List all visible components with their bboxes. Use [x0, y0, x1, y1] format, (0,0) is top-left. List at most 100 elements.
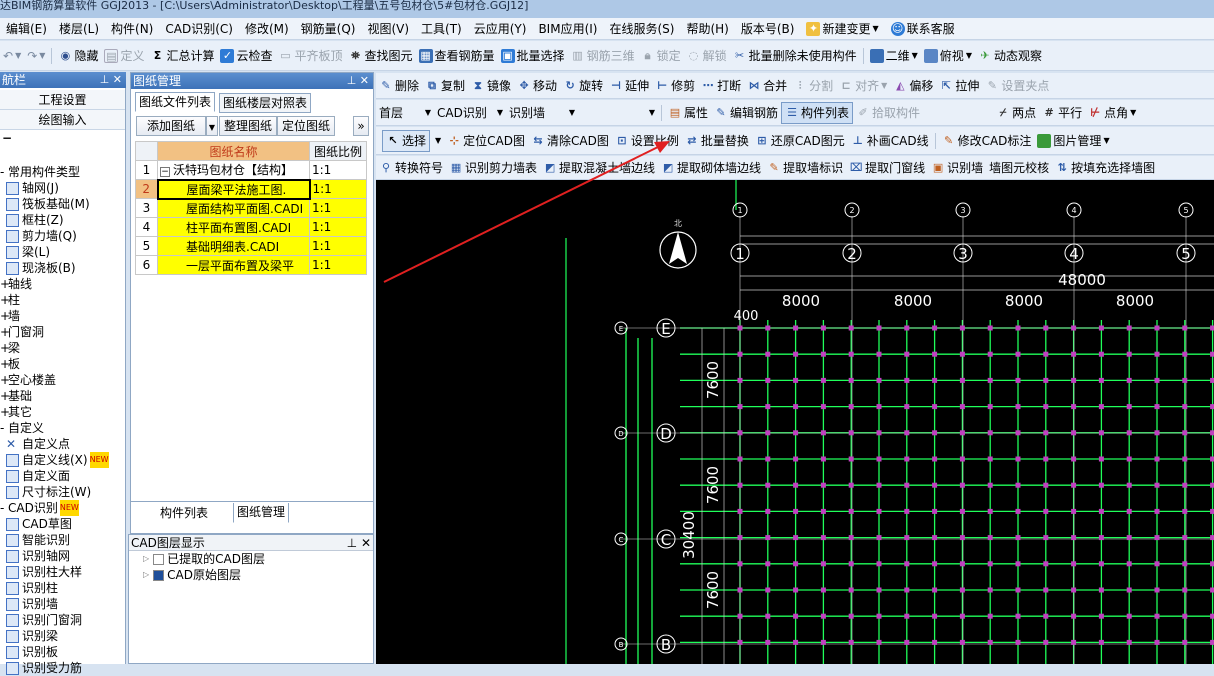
tree-item[interactable]: 剪力墙(Q) [0, 228, 125, 244]
draw-cad-line-button[interactable]: ⊥补画CAD线 [848, 130, 932, 152]
tree-item[interactable]: +墙 [0, 308, 125, 324]
set-scale-button[interactable]: ⊡设置比例 [612, 130, 682, 152]
more-button[interactable]: » [353, 116, 369, 136]
project-settings-button[interactable]: 工程设置 [0, 90, 125, 110]
tree-item[interactable]: +柱 [0, 292, 125, 308]
tab-drawing-files[interactable]: 图纸文件列表 [135, 92, 215, 112]
find-element-button[interactable]: ⛯查找图元 [346, 45, 416, 67]
align-slab-top-button[interactable]: ▭平齐板顶 [276, 45, 346, 67]
tree-item[interactable]: 轴网(J) [0, 180, 125, 196]
move-button[interactable]: ✥移动 [514, 75, 560, 97]
organize-drawing-button[interactable]: 整理图纸 [219, 116, 277, 136]
tree-item[interactable]: +基础 [0, 388, 125, 404]
define-button[interactable]: ▤定义 [101, 45, 147, 67]
table-row[interactable]: 3 屋面结构平面图.CADI 1:1 [136, 199, 367, 218]
batch-replace-button[interactable]: ⇄批量替换 [682, 130, 752, 152]
pin-icon[interactable]: ⊥ ✕ [96, 72, 126, 88]
select-button[interactable]: ↖选择 [382, 130, 430, 152]
properties-button[interactable]: ▤属性 [665, 102, 711, 124]
collapse-icon[interactable]: − [160, 167, 170, 177]
split-button[interactable]: ⫶分割 [790, 75, 836, 97]
checkbox-checked[interactable] [153, 570, 164, 581]
tab-component-list[interactable]: 构件列表 [157, 504, 211, 524]
close-icon[interactable]: ⊥ ✕ [343, 73, 373, 89]
tree-item[interactable]: 识别受力筋 [0, 660, 125, 676]
view-rebar-qty-button[interactable]: ▦查看钢筋量 [416, 45, 498, 67]
tree-item[interactable]: 识别墙 [0, 596, 125, 612]
tree-item[interactable]: -自定义 [0, 420, 125, 436]
expand-icon[interactable]: ▷ [143, 567, 149, 583]
redo-button[interactable]: ↷▼ [24, 45, 48, 67]
table-row-selected[interactable]: 2 屋面梁平法施工图. 1:1 [136, 180, 367, 199]
point-angle-dropdown[interactable]: ⊬点角▼ [1085, 102, 1139, 124]
image-manage-dropdown[interactable]: 图片管理▼ [1034, 130, 1112, 152]
menu-bim[interactable]: BIM应用(I) [532, 19, 603, 39]
category-select[interactable]: CAD识别▼ [434, 102, 506, 124]
tree-item[interactable]: 识别柱 [0, 580, 125, 596]
modify-cad-label-button[interactable]: ✎修改CAD标注 [939, 130, 1035, 152]
menu-online[interactable]: 在线服务(S) [603, 19, 680, 39]
menu-rebar-qty[interactable]: 钢筋量(Q) [295, 19, 362, 39]
unlock-button[interactable]: ◌解锁 [684, 45, 730, 67]
undo-button[interactable]: ↶▼ [0, 45, 24, 67]
tree-item[interactable]: 筏板基础(M) [0, 196, 125, 212]
table-row[interactable]: 1 −沃特玛包材仓【结构】 1:1 [136, 161, 367, 180]
component-select[interactable]: ▼ [578, 102, 658, 124]
two-point-button[interactable]: ⌿两点 [993, 102, 1039, 124]
menu-tools[interactable]: 工具(T) [415, 19, 468, 39]
menu-floor[interactable]: 楼层(L) [53, 19, 105, 39]
tree-item[interactable]: +板 [0, 356, 125, 372]
add-drawing-dropdown[interactable]: ▼ [206, 116, 218, 136]
tree-item[interactable]: +门窗洞 [0, 324, 125, 340]
mirror-button[interactable]: ⧗镜像 [468, 75, 514, 97]
pick-component-button[interactable]: ✐拾取构件 [853, 102, 923, 124]
locate-cad-button[interactable]: ⊹定位CAD图 [444, 130, 528, 152]
tree-item[interactable]: -常用构件类型 [0, 164, 125, 180]
tree-item[interactable]: 框柱(Z) [0, 212, 125, 228]
top-view-dropdown[interactable]: 俯视▼ [921, 45, 975, 67]
select-dropdown[interactable]: ▼ [430, 130, 444, 152]
cad-drawing-canvas[interactable]: 北 1122334455 EEDDCCBB 48000 8000 8000 80… [376, 180, 1214, 664]
extract-wall-label-button[interactable]: ✎提取墙标识 [764, 157, 846, 179]
break-button[interactable]: ⋯打断 [698, 75, 744, 97]
tree-item[interactable]: +其它 [0, 404, 125, 420]
menu-edit[interactable]: 编辑(E) [0, 19, 53, 39]
cloud-check-button[interactable]: ✓云检查 [217, 45, 275, 67]
tree-item[interactable]: ✕自定义点 [0, 436, 125, 452]
checkbox[interactable] [153, 554, 164, 565]
collapse-all-icon[interactable]: − [0, 130, 125, 146]
menu-help[interactable]: 帮助(H) [680, 19, 734, 39]
delete-button[interactable]: ✎删除 [376, 75, 422, 97]
layer-item[interactable]: ▷ CAD原始图层 [129, 567, 373, 583]
batch-select-button[interactable]: ▣批量选择 [498, 45, 568, 67]
menu-cloud[interactable]: 云应用(Y) [468, 19, 533, 39]
select-wall-by-fill-button[interactable]: ⇅按填充选择墙图 [1052, 157, 1158, 179]
component-list-button[interactable]: ☰构件列表 [781, 102, 853, 124]
tree-item[interactable]: 尺寸标注(W) [0, 484, 125, 500]
dynamic-observe-button[interactable]: ✈动态观察 [975, 45, 1045, 67]
restore-cad-button[interactable]: ⊞还原CAD图元 [752, 130, 848, 152]
table-row[interactable]: 5 基础明细表.CADI 1:1 [136, 237, 367, 256]
tree-item[interactable]: 识别柱大样 [0, 564, 125, 580]
tree-item[interactable]: +梁 [0, 340, 125, 356]
tab-floor-mapping[interactable]: 图纸楼层对照表 [219, 93, 311, 113]
drawing-input-button[interactable]: 绘图输入 [0, 110, 125, 130]
edit-rebar-button[interactable]: ✎编辑钢筋 [711, 102, 781, 124]
tree-item[interactable]: -CAD识别NEW [0, 500, 125, 516]
menu-view[interactable]: 视图(V) [361, 19, 415, 39]
convert-symbol-button[interactable]: ⚲转换符号 [376, 157, 446, 179]
menu-component[interactable]: 构件(N) [105, 19, 159, 39]
batch-delete-unused-button[interactable]: ✂批量删除未使用构件 [730, 45, 860, 67]
extract-concrete-wall-edge-button[interactable]: ◩提取混凝土墙边线 [540, 157, 658, 179]
tree-item[interactable]: 识别梁 [0, 628, 125, 644]
menu-contact[interactable]: ☺联系客服 [885, 19, 961, 39]
tree-item[interactable]: 梁(L) [0, 244, 125, 260]
tree-item[interactable]: 识别门窗洞 [0, 612, 125, 628]
recognize-wall-button[interactable]: ▣识别墙 [928, 157, 986, 179]
rebar-3d-button[interactable]: ▥钢筋三维 [568, 45, 638, 67]
tree-item[interactable]: 现浇板(B) [0, 260, 125, 276]
table-row[interactable]: 6 一层平面布置及梁平 1:1 [136, 256, 367, 275]
extract-door-window-line-button[interactable]: ⌧提取门窗线 [846, 157, 928, 179]
table-row[interactable]: 4 柱平面布置图.CADI 1:1 [136, 218, 367, 237]
tree-item[interactable]: +空心楼盖 [0, 372, 125, 388]
